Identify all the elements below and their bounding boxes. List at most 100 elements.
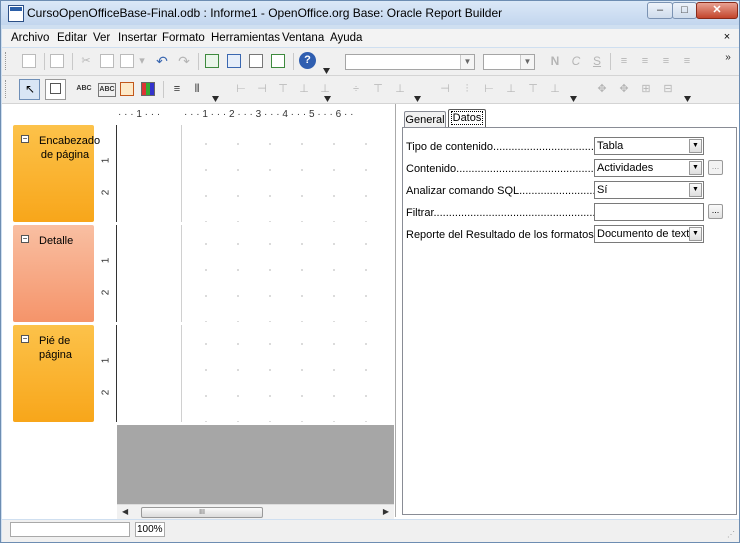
- select-all-button[interactable]: [45, 79, 66, 100]
- bold-icon[interactable]: N: [547, 53, 563, 69]
- maximize-button[interactable]: □: [672, 2, 697, 19]
- minimize-button[interactable]: –: [647, 2, 673, 19]
- collapse-icon[interactable]: −: [21, 235, 29, 243]
- report-navigator-icon[interactable]: [249, 54, 263, 68]
- vertical-line-icon[interactable]: ⫴: [189, 81, 205, 97]
- scroll-left-icon[interactable]: ◀: [122, 507, 128, 516]
- align-left-obj-icon[interactable]: ⊢: [233, 81, 249, 97]
- same-size-icon[interactable]: ⊟: [660, 81, 676, 97]
- sorting-grouping-icon[interactable]: [205, 54, 219, 68]
- align-right-icon[interactable]: ≡: [658, 53, 674, 69]
- chevron-down-icon[interactable]: ▼: [689, 183, 702, 197]
- scroll-right-icon[interactable]: ▶: [383, 507, 389, 516]
- horizontal-scrollbar[interactable]: ◀ III ▶: [117, 504, 394, 519]
- undo-icon[interactable]: ↶: [154, 53, 170, 69]
- document-close-icon[interactable]: ×: [721, 31, 733, 43]
- underline-icon[interactable]: S: [589, 53, 605, 69]
- menu-ventana[interactable]: Ventana: [282, 32, 324, 44]
- shrink-top-icon[interactable]: ⊤: [370, 81, 386, 97]
- zoom-level[interactable]: 100%: [135, 522, 165, 537]
- content-select[interactable]: Actividades ▼: [594, 159, 704, 177]
- collapse-icon[interactable]: −: [21, 335, 29, 343]
- page-footer-area[interactable]: [117, 325, 394, 422]
- toolbar-overflow-icon[interactable]: [570, 96, 577, 102]
- section-page-header[interactable]: − Encabezado de página: [13, 125, 100, 222]
- align-left-icon[interactable]: ≡: [616, 53, 632, 69]
- section-label: Detalle: [39, 235, 74, 247]
- distribute-left-icon[interactable]: ⊣: [437, 81, 453, 97]
- font-name-combo[interactable]: ▼: [345, 54, 475, 70]
- toolbar-overflow-icon[interactable]: [684, 96, 691, 102]
- menu-formato[interactable]: Formato: [162, 32, 205, 44]
- menu-ver[interactable]: Ver: [93, 32, 110, 44]
- distribute-top-icon[interactable]: ⊥: [503, 81, 519, 97]
- resize-both-icon[interactable]: ⊞: [638, 81, 654, 97]
- paste-dropdown-icon[interactable]: ▾: [138, 53, 146, 69]
- align-center-h-icon[interactable]: ⊣: [254, 81, 270, 97]
- distribute-bottom-icon[interactable]: ⊥: [547, 81, 563, 97]
- toolbar-overflow-icon[interactable]: [324, 96, 331, 102]
- add-field-icon[interactable]: [271, 54, 285, 68]
- toolbar-overflow-icon[interactable]: [414, 96, 421, 102]
- filter-input[interactable]: [594, 203, 704, 221]
- redo-icon[interactable]: ↷: [176, 53, 192, 69]
- italic-icon[interactable]: C: [568, 53, 584, 69]
- tab-datos[interactable]: Datos: [448, 109, 486, 127]
- chevron-down-icon[interactable]: ▼: [689, 139, 702, 153]
- resize-height-icon[interactable]: ✥: [616, 81, 632, 97]
- toolbar-grip[interactable]: [5, 80, 9, 98]
- align-center-icon[interactable]: ≡: [637, 53, 653, 69]
- page-header-area[interactable]: [117, 125, 394, 222]
- output-format-select[interactable]: Documento de texto ▼: [594, 225, 704, 243]
- text-box-icon[interactable]: ABC: [98, 83, 116, 97]
- detail-area[interactable]: [117, 225, 394, 322]
- align-middle-icon[interactable]: ⊥: [317, 81, 333, 97]
- content-browse-button[interactable]: ...: [708, 160, 723, 175]
- chevron-down-icon[interactable]: ▼: [460, 55, 474, 69]
- label-field-icon[interactable]: ABC: [76, 81, 92, 97]
- resize-grip-icon[interactable]: ⋰: [727, 530, 737, 540]
- edit-file-icon[interactable]: [50, 54, 64, 68]
- menu-herramientas[interactable]: Herramientas: [211, 32, 280, 44]
- section-detail[interactable]: − Detalle: [13, 225, 94, 322]
- select-pointer-button[interactable]: ↖: [19, 79, 40, 100]
- toolbar-more-icon[interactable]: »: [720, 50, 736, 66]
- font-size-combo[interactable]: ▼: [483, 54, 535, 70]
- shrink-icon[interactable]: ÷: [348, 81, 364, 97]
- scroll-thumb[interactable]: III: [141, 507, 263, 518]
- help-icon[interactable]: ?: [299, 52, 316, 69]
- image-icon[interactable]: [120, 82, 134, 96]
- cut-icon[interactable]: ✂: [78, 53, 94, 69]
- chevron-down-icon[interactable]: ▼: [520, 55, 534, 69]
- section-page-footer[interactable]: − Pié de página: [13, 325, 94, 422]
- chevron-down-icon[interactable]: ▼: [689, 161, 702, 175]
- resize-width-icon[interactable]: ✥: [594, 81, 610, 97]
- content-type-select[interactable]: Tabla ▼: [594, 137, 704, 155]
- close-button[interactable]: ✕: [696, 2, 738, 19]
- justify-icon[interactable]: ≡: [679, 53, 695, 69]
- menu-ayuda[interactable]: Ayuda: [330, 32, 362, 44]
- page-header-footer-icon[interactable]: [227, 54, 241, 68]
- menu-archivo[interactable]: Archivo: [11, 32, 49, 44]
- filter-browse-button[interactable]: ...: [708, 204, 723, 219]
- toolbar-grip[interactable]: [5, 52, 9, 70]
- copy-icon[interactable]: [100, 54, 114, 68]
- align-right-obj-icon[interactable]: ⊤: [275, 81, 291, 97]
- paste-icon[interactable]: [120, 54, 134, 68]
- toolbar-overflow-icon[interactable]: [323, 68, 330, 74]
- analyze-sql-select[interactable]: Sí ▼: [594, 181, 704, 199]
- save-icon[interactable]: [22, 54, 36, 68]
- distribute-center-icon[interactable]: ⫶: [459, 81, 475, 97]
- horizontal-line-icon[interactable]: ≡: [169, 81, 185, 97]
- toolbar-overflow-icon[interactable]: [212, 96, 219, 102]
- align-top-icon[interactable]: ⊥: [296, 81, 312, 97]
- distribute-right-icon[interactable]: ⊢: [481, 81, 497, 97]
- distribute-middle-icon[interactable]: ⊤: [525, 81, 541, 97]
- menu-insertar[interactable]: Insertar: [118, 32, 157, 44]
- shrink-bottom-icon[interactable]: ⊥: [392, 81, 408, 97]
- menu-editar[interactable]: Editar: [57, 32, 87, 44]
- chevron-down-icon[interactable]: ▼: [689, 227, 702, 241]
- tab-general[interactable]: General: [404, 111, 446, 127]
- chart-icon[interactable]: [141, 82, 155, 96]
- collapse-icon[interactable]: −: [21, 135, 29, 143]
